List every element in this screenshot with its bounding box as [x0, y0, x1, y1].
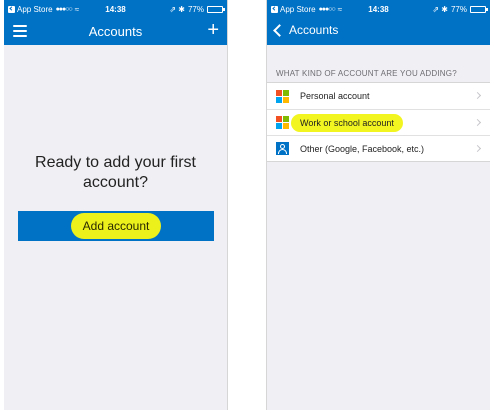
highlight-marker: Add account: [70, 213, 162, 239]
back-button[interactable]: Accounts: [272, 23, 338, 37]
empty-state-message: Ready to add your first account?: [35, 154, 196, 191]
chevron-right-icon: [473, 144, 482, 153]
battery-percent: 77%: [187, 4, 204, 14]
status-bar: App Store ●●●○○ ≈ 14:38 ⇗ ✱ 77%: [4, 0, 227, 18]
list-item-personal-account[interactable]: Personal account: [267, 83, 490, 109]
chevron-right-icon: [473, 91, 482, 100]
list-item-label: Other (Google, Facebook, etc.): [300, 143, 425, 154]
list-item-work-or-school-account[interactable]: Work or school account: [267, 109, 490, 135]
back-to-app-icon[interactable]: [8, 5, 15, 13]
wifi-icon: ≈: [74, 4, 80, 14]
back-label: Accounts: [289, 23, 339, 37]
person-icon: [276, 142, 289, 155]
back-to-app-icon[interactable]: [271, 5, 278, 13]
microsoft-logo-icon: [276, 89, 289, 103]
section-header: WHAT KIND OF ACCOUNT ARE YOU ADDING?: [276, 69, 457, 78]
location-bluetooth-icons: ⇗ ✱: [432, 4, 448, 14]
status-bar: App Store ●●●○○ ≈ 14:38 ⇗ ✱ 77%: [267, 0, 490, 18]
account-type-screen: App Store ●●●○○ ≈ 14:38 ⇗ ✱ 77% Accounts…: [266, 0, 490, 410]
navigation-bar: Accounts: [267, 18, 490, 45]
list-item-label: Personal account: [300, 91, 370, 101]
location-bluetooth-icons: ⇗ ✱: [169, 4, 185, 14]
wifi-icon: ≈: [337, 4, 343, 14]
microsoft-logo-icon: [276, 116, 289, 129]
battery-icon: [207, 5, 225, 13]
add-account-label: Add account: [82, 219, 150, 233]
list-item-label: Work or school account: [300, 117, 394, 128]
chevron-left-icon: [273, 23, 286, 37]
add-account-button[interactable]: Add account: [18, 211, 214, 241]
accounts-empty-screen: App Store ●●●○○ ≈ 14:38 ⇗ ✱ 77% Accounts…: [4, 0, 228, 410]
signal-strength-icon: ●●●○○: [318, 5, 336, 13]
status-carrier[interactable]: App Store: [280, 5, 316, 14]
signal-strength-icon: ●●●○○: [55, 5, 73, 13]
page-title: Accounts: [88, 24, 143, 39]
plus-icon[interactable]: +: [207, 20, 219, 40]
battery-percent: 77%: [450, 4, 467, 14]
highlight-marker: Work or school account: [291, 113, 403, 132]
chevron-right-icon: [473, 118, 482, 127]
battery-icon: [470, 5, 488, 13]
navigation-bar: Accounts +: [4, 18, 227, 45]
status-carrier[interactable]: App Store: [17, 5, 53, 14]
list-item-other-account[interactable]: Other (Google, Facebook, etc.): [267, 135, 490, 161]
account-type-list: Personal account Work or school account …: [267, 82, 490, 162]
